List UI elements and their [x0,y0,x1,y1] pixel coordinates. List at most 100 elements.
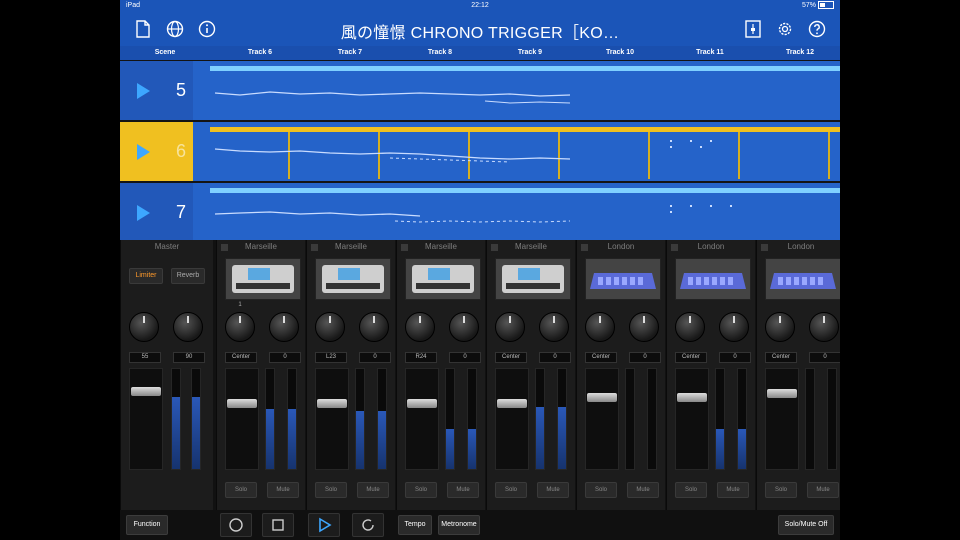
send-value: 0 [629,352,661,363]
send-knob[interactable] [629,312,659,342]
level-meter [265,368,275,470]
mute-button[interactable]: Mute [447,482,479,498]
record-button[interactable] [220,513,252,537]
strip-name: Master [154,242,180,251]
loop-icon [362,519,374,531]
scene-row: 5 [120,61,840,120]
volume-fader[interactable] [405,368,439,470]
track-header[interactable]: Track 10 [575,46,665,60]
volume-fader[interactable] [585,368,619,470]
strip-name: Marseille [514,242,547,251]
scene-clips[interactable] [210,61,840,120]
instrument-image[interactable] [495,258,571,300]
solo-mute-off-button[interactable]: Solo/Mute Off [778,515,834,535]
pan-knob[interactable] [495,312,525,342]
instrument-image[interactable] [315,258,391,300]
track-header[interactable]: Track 8 [395,46,485,60]
mixer-view-icon[interactable] [742,18,764,40]
solo-button[interactable]: Solo [315,482,347,498]
pan-knob[interactable] [405,312,435,342]
send-knob[interactable] [719,312,749,342]
play-icon [137,83,150,99]
track-header[interactable]: Track 12 [755,46,840,60]
volume-fader[interactable] [765,368,799,470]
help-icon[interactable] [806,18,828,40]
fader-cap[interactable] [407,399,437,408]
channel-strip: Marseille 1 Center 0 Solo Mute [216,240,305,510]
pan-knob[interactable] [585,312,615,342]
metronome-button[interactable]: Metronome [438,515,480,535]
solo-button[interactable]: Solo [495,482,527,498]
instrument-image[interactable] [405,258,481,300]
instrument-image[interactable] [225,258,301,300]
pan-knob[interactable] [675,312,705,342]
strip-name: London [607,242,635,251]
fader-cap[interactable] [497,399,527,408]
fader-cap[interactable] [587,393,617,402]
reverb-button[interactable]: Reverb [171,268,205,284]
track-header[interactable]: Track 9 [485,46,575,60]
pan-knob[interactable] [315,312,345,342]
volume-fader[interactable] [225,368,259,470]
document-icon[interactable] [132,18,154,40]
pan-knob[interactable] [765,312,795,342]
gear-icon[interactable] [774,18,796,40]
channel-strip: London Center 0 Solo Mute [756,240,840,510]
send-knob[interactable] [359,312,389,342]
fader-cap[interactable] [677,393,707,402]
solo-button[interactable]: Solo [585,482,617,498]
mute-button[interactable]: Mute [357,482,389,498]
track-header[interactable]: Track 6 [215,46,305,60]
solo-button[interactable]: Solo [765,482,797,498]
mute-button[interactable]: Mute [537,482,569,498]
send-value: 0 [539,352,571,363]
scene-launch-button[interactable]: 6 [120,122,193,181]
instrument-image[interactable] [765,258,840,300]
function-button[interactable]: Function [126,515,168,535]
pan-knob[interactable] [225,312,255,342]
track-header[interactable]: Track 11 [665,46,755,60]
scene-clips[interactable] [210,122,840,181]
mute-button[interactable]: Mute [807,482,839,498]
send-knob[interactable] [449,312,479,342]
volume-fader[interactable] [495,368,529,470]
instrument-image[interactable] [585,258,661,300]
send-knob[interactable] [539,312,569,342]
master-knob[interactable] [173,312,203,342]
mixer-panel: Master Limiter Reverb 55 90 Marseille 1 … [120,240,840,540]
volume-fader[interactable] [315,368,349,470]
app-screen: iPad 22:12 57% 風の憧憬 CHRONO TRIGGER［KO… S… [120,0,840,540]
tempo-button[interactable]: Tempo [398,515,432,535]
track-header-row: Scene Track 6 Track 7 Track 8 Track 9 Tr… [120,46,840,60]
master-knob-value: 55 [129,352,161,363]
volume-fader[interactable] [675,368,709,470]
solo-button[interactable]: Solo [675,482,707,498]
track-header[interactable]: Track 7 [305,46,395,60]
fader-cap[interactable] [317,399,347,408]
stop-button[interactable] [262,513,294,537]
scene-clips[interactable] [210,183,840,242]
fader-cap[interactable] [131,387,161,396]
strip-name: Marseille [334,242,367,251]
scene-launch-button[interactable]: 7 [120,183,193,242]
instrument-image[interactable] [675,258,751,300]
info-icon[interactable] [196,18,218,40]
solo-button[interactable]: Solo [225,482,257,498]
limiter-button[interactable]: Limiter [129,268,163,284]
mute-button[interactable]: Mute [267,482,299,498]
fader-cap[interactable] [227,399,257,408]
master-knob[interactable] [129,312,159,342]
globe-icon[interactable] [164,18,186,40]
play-icon [137,205,150,221]
send-knob[interactable] [809,312,839,342]
fader-cap[interactable] [767,389,797,398]
scene-launch-button[interactable]: 5 [120,61,193,120]
play-button[interactable] [308,513,340,537]
mute-button[interactable]: Mute [717,482,749,498]
solo-button[interactable]: Solo [405,482,437,498]
level-meter [377,368,387,470]
master-fader[interactable] [129,368,163,470]
send-knob[interactable] [269,312,299,342]
loop-button[interactable] [352,513,384,537]
mute-button[interactable]: Mute [627,482,659,498]
